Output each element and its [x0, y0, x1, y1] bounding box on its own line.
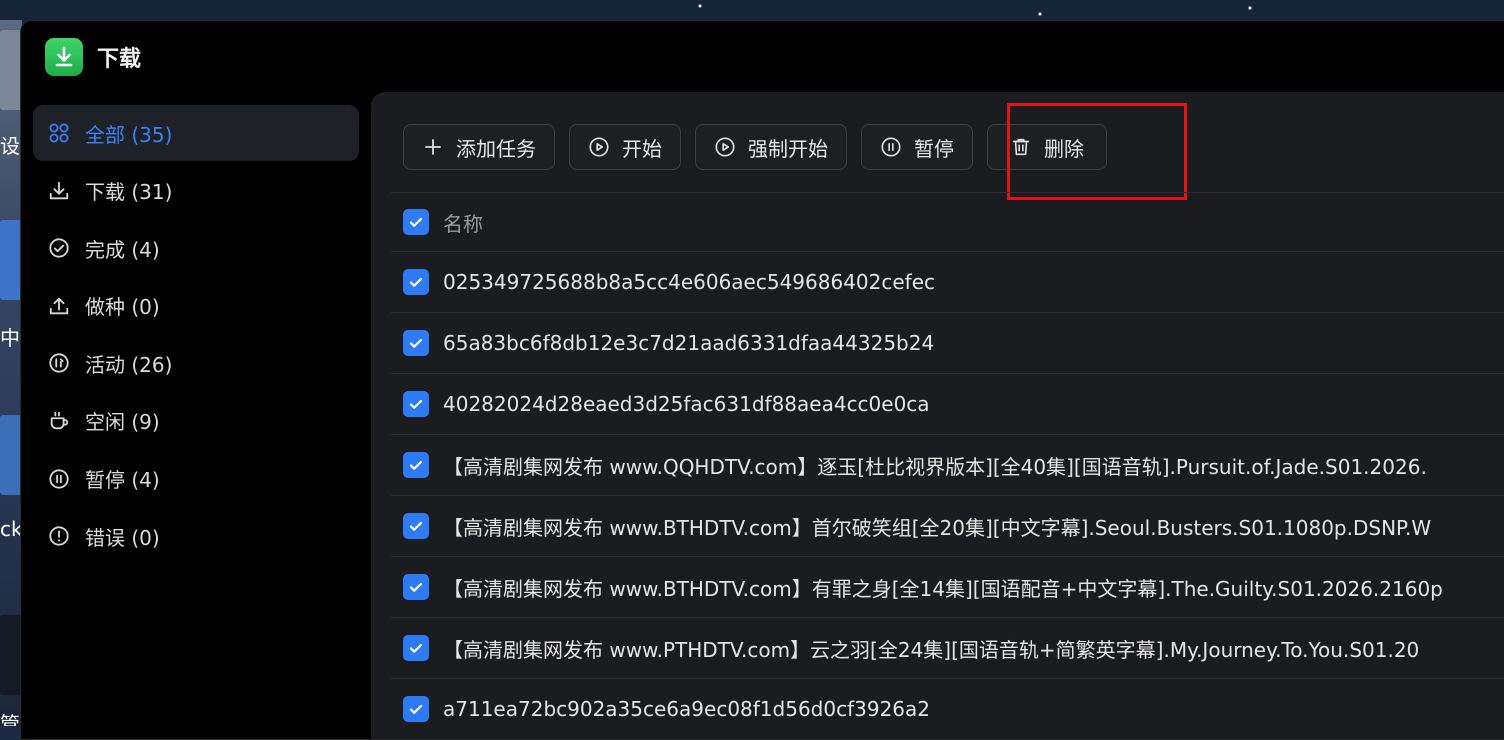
- table-row[interactable]: a711ea72bc902a35ce6a9ec08f1d56d0cf3926a2: [391, 678, 1504, 739]
- task-name: 【高清剧集网发布 www.BTHDTV.com】有罪之身[全14集][国语配音+…: [443, 576, 1443, 601]
- background-app-strip: 设 中 ck 管: [0, 20, 22, 726]
- partial-text: 管: [0, 712, 20, 726]
- task-name: 40282024d28eaed3d25fac631df88aea4cc0e0ca: [443, 392, 930, 416]
- sidebar-item-downloading[interactable]: 下载 (31): [33, 163, 359, 219]
- start-label: 开始: [622, 136, 662, 161]
- task-name: 【高清剧集网发布 www.PTHDTV.com】云之羽[全24集][国语音轨+简…: [443, 637, 1420, 662]
- sidebar-item-label: 活动 (26): [85, 352, 173, 377]
- task-name: a711ea72bc902a35ce6a9ec08f1d56d0cf3926a2: [443, 697, 931, 721]
- task-name: 【高清剧集网发布 www.QQHDTV.com】逐玉[杜比视界版本][全40集]…: [443, 454, 1427, 479]
- delete-button[interactable]: 删除: [987, 124, 1107, 170]
- task-table: 名称 025349725688b8a5cc4e606aec549686402ce…: [391, 192, 1504, 739]
- table-row[interactable]: 65a83bc6f8db12e3c7d21aad6331dfaa44325b24: [391, 312, 1504, 373]
- partial-text: 中: [0, 326, 20, 350]
- row-checkbox[interactable]: [403, 574, 429, 600]
- pause-circle-icon: [47, 467, 71, 491]
- task-name: 【高清剧集网发布 www.BTHDTV.com】首尔破笑组[全20集][中文字幕…: [443, 515, 1432, 540]
- force-start-button[interactable]: 强制开始: [695, 124, 847, 170]
- table-row[interactable]: 40282024d28eaed3d25fac631df88aea4cc0e0ca: [391, 373, 1504, 434]
- check-circle-icon: [47, 236, 71, 260]
- table-row[interactable]: 【高清剧集网发布 www.BTHDTV.com】首尔破笑组[全20集][中文字幕…: [391, 495, 1504, 556]
- plus-icon: [422, 136, 444, 158]
- sidebar-item-label: 错误 (0): [85, 525, 160, 550]
- sidebar-item-label: 全部 (35): [85, 122, 173, 147]
- sidebar-item-error[interactable]: 错误 (0): [33, 508, 359, 564]
- row-checkbox[interactable]: [403, 452, 429, 478]
- row-checkbox[interactable]: [403, 635, 429, 661]
- start-button[interactable]: 开始: [569, 124, 681, 170]
- sidebar: 全部 (35) 下载 (31) 完成 (4) 做种 (0) 活动 (26) 空闲…: [33, 105, 359, 566]
- task-name: 025349725688b8a5cc4e606aec549686402cefec: [443, 270, 936, 294]
- main-panel: 添加任务 开始 强制开始 暂停 删除 名称 025349725688b8a5cc…: [371, 92, 1504, 739]
- sidebar-item-all[interactable]: 全部 (35): [33, 105, 359, 161]
- table-row[interactable]: 【高清剧集网发布 www.BTHDTV.com】有罪之身[全14集][国语配音+…: [391, 556, 1504, 617]
- add-task-button[interactable]: 添加任务: [403, 124, 555, 170]
- row-checkbox[interactable]: [403, 269, 429, 295]
- row-checkbox[interactable]: [403, 513, 429, 539]
- alert-circle-icon: [47, 524, 71, 548]
- task-name: 65a83bc6f8db12e3c7d21aad6331dfaa44325b24: [443, 331, 935, 355]
- sidebar-item-label: 做种 (0): [85, 295, 160, 320]
- sidebar-item-seeding[interactable]: 做种 (0): [33, 278, 359, 334]
- table-header: 名称: [391, 192, 1504, 251]
- play-circle-icon: [714, 136, 736, 158]
- download-icon: [47, 179, 71, 203]
- row-checkbox[interactable]: [403, 391, 429, 417]
- download-window: 下载 全部 (35) 下载 (31) 完成 (4) 做种 (0) 活动 (26)…: [20, 20, 1504, 740]
- sidebar-item-active[interactable]: 活动 (26): [33, 335, 359, 391]
- partial-text: ck: [0, 517, 22, 541]
- upload-icon: [47, 294, 71, 318]
- pause-button[interactable]: 暂停: [861, 124, 973, 170]
- sidebar-item-paused[interactable]: 暂停 (4): [33, 451, 359, 507]
- sidebar-item-label: 下载 (31): [85, 180, 173, 205]
- add-task-label: 添加任务: [456, 136, 536, 161]
- table-row[interactable]: 【高清剧集网发布 www.PTHDTV.com】云之羽[全24集][国语音轨+简…: [391, 617, 1504, 678]
- sidebar-item-label: 空闲 (9): [85, 410, 160, 435]
- select-all-checkbox[interactable]: [403, 209, 429, 235]
- table-row[interactable]: 025349725688b8a5cc4e606aec549686402cefec: [391, 251, 1504, 312]
- sidebar-item-label: 暂停 (4): [85, 468, 160, 493]
- row-checkbox[interactable]: [403, 330, 429, 356]
- download-app-icon: [45, 38, 83, 76]
- activity-icon: [47, 351, 71, 375]
- table-row[interactable]: 【高清剧集网发布 www.QQHDTV.com】逐玉[杜比视界版本][全40集]…: [391, 434, 1504, 495]
- partial-text: 设: [0, 134, 20, 158]
- sidebar-item-completed[interactable]: 完成 (4): [33, 220, 359, 276]
- monitor-app-tile: [0, 615, 22, 695]
- pause-label: 暂停: [914, 136, 954, 161]
- column-header-name: 名称: [443, 211, 483, 236]
- app-title: 下载: [97, 47, 142, 72]
- title-bar: 下载: [21, 21, 1504, 93]
- coffee-cup-icon: [47, 409, 71, 433]
- toolbar: 添加任务 开始 强制开始 暂停 删除: [403, 124, 1107, 170]
- play-circle-icon: [588, 136, 610, 158]
- docker-app-tile: [0, 415, 22, 495]
- delete-label: 删除: [1044, 136, 1084, 161]
- force-start-label: 强制开始: [748, 136, 828, 161]
- trash-icon: [1010, 136, 1032, 158]
- settings-app-tile: [0, 30, 22, 110]
- row-checkbox[interactable]: [403, 696, 429, 722]
- sidebar-item-label: 完成 (4): [85, 237, 160, 262]
- store-app-tile: [0, 220, 22, 300]
- sidebar-item-idle[interactable]: 空闲 (9): [33, 393, 359, 449]
- pause-circle-icon: [880, 136, 902, 158]
- grid-icon: [47, 121, 71, 145]
